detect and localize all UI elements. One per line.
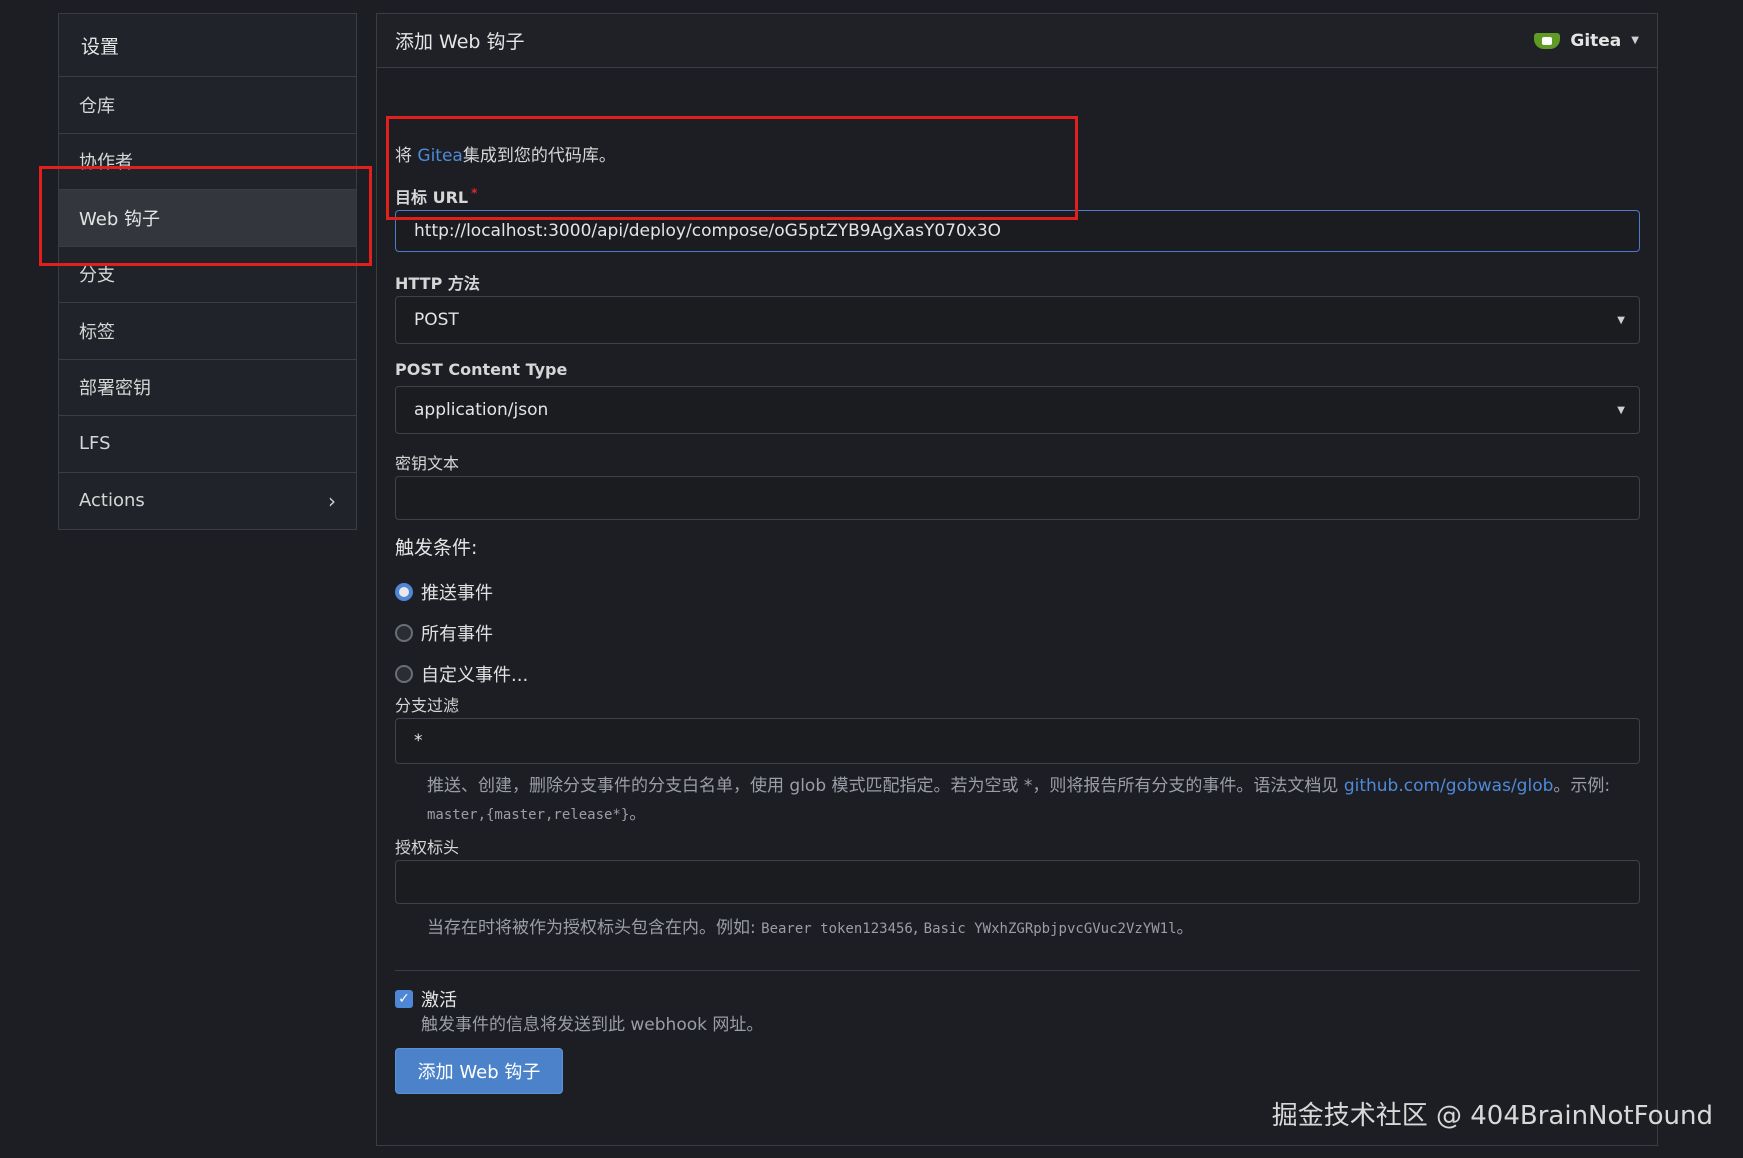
radio-checked-icon (395, 583, 413, 601)
sidebar-item-label: Web 钩子 (79, 208, 160, 230)
auth-header-help: 当存在时将被作为授权标头包含在内。例如: Bearer token123456,… (427, 914, 1637, 943)
sidebar-item-label: Actions (79, 490, 145, 512)
radio-label: 推送事件 (421, 583, 493, 604)
app-root: 设置 仓库 协作者 Web 钩子 分支 标签 部署密钥 LFS Actions … (0, 0, 1743, 1158)
sidebar-item-actions[interactable]: Actions › (59, 473, 356, 530)
required-asterisk: * (471, 185, 478, 200)
trigger-title: 触发条件: (395, 537, 478, 559)
glob-docs-link[interactable]: github.com/gobwas/glob (1344, 776, 1554, 796)
active-help: 触发事件的信息将发送到此 webhook 网址。 (421, 1015, 764, 1035)
webhook-type-dropdown[interactable]: Gitea ▼ (1534, 31, 1639, 51)
branch-filter-value: * (414, 731, 423, 751)
branch-filter-input[interactable]: * (395, 718, 1640, 764)
target-url-input[interactable]: http://localhost:3000/api/deploy/compose… (395, 210, 1640, 252)
sidebar-item-tags[interactable]: 标签 (59, 303, 356, 360)
radio-unchecked-icon (395, 624, 413, 642)
radio-label: 自定义事件... (421, 665, 529, 686)
branch-help-example-prefix: 。示例: (1553, 776, 1611, 796)
branch-help-end: 。 (629, 804, 647, 824)
target-url-value: http://localhost:3000/api/deploy/compose… (414, 221, 1002, 241)
add-webhook-panel: 添加 Web 钩子 Gitea ▼ 将 Gitea集成到您的代码库。 目标 UR… (376, 13, 1658, 1146)
content-type-label: POST Content Type (395, 360, 568, 379)
target-url-label-text: 目标 URL (395, 188, 469, 207)
http-method-select[interactable]: POST ▼ (395, 296, 1640, 344)
sidebar-item-branches[interactable]: 分支 (59, 247, 356, 303)
sidebar-item-repository[interactable]: 仓库 (59, 77, 356, 134)
trigger-custom-events[interactable]: 自定义事件... (395, 661, 528, 687)
active-checkbox-text: 激活 触发事件的信息将发送到此 webhook 网址。 (421, 986, 763, 1035)
sidebar-item-label: 分支 (79, 265, 115, 287)
caret-down-icon: ▼ (1617, 404, 1625, 416)
caret-down-icon: ▼ (1617, 314, 1625, 326)
sidebar-item-label: 设置 (81, 35, 120, 58)
watermark: 掘金技术社区 @ 404BrainNotFound (1271, 1101, 1713, 1131)
sidebar-item-label: 仓库 (79, 95, 115, 117)
trigger-all-events[interactable]: 所有事件 (395, 620, 493, 646)
active-label: 激活 (421, 990, 457, 1011)
branch-help-text: 推送、创建，删除分支事件的分支白名单，使用 glob 模式匹配指定。若为空或 *… (427, 776, 1344, 796)
branch-filter-help: 推送、创建，删除分支事件的分支白名单，使用 glob 模式匹配指定。若为空或 *… (427, 772, 1637, 829)
sidebar-item-webhooks[interactable]: Web 钩子 (59, 190, 356, 247)
sidebar-item-label: 协作者 (79, 152, 133, 174)
auth-help-separator: , (912, 918, 924, 938)
radio-label: 所有事件 (421, 624, 493, 645)
gitea-link[interactable]: Gitea (417, 146, 462, 166)
secret-input[interactable] (395, 476, 1640, 520)
branch-help-example: master,{master,release*} (427, 807, 630, 823)
description-prefix: 将 (395, 146, 418, 166)
active-checkbox-row[interactable]: ✓ 激活 触发事件的信息将发送到此 webhook 网址。 (395, 986, 763, 1035)
http-method-value: POST (414, 310, 459, 330)
panel-header: 添加 Web 钩子 Gitea ▼ (377, 14, 1657, 68)
checkbox-checked-icon[interactable]: ✓ (395, 990, 413, 1008)
add-webhook-button[interactable]: 添加 Web 钩子 (395, 1048, 563, 1094)
sidebar-item-lfs[interactable]: LFS (59, 416, 356, 473)
webhook-type-label: Gitea (1570, 30, 1622, 51)
page-title: 添加 Web 钩子 (395, 31, 525, 53)
description-suffix: 集成到您的代码库。 (462, 146, 616, 166)
trigger-push-events[interactable]: 推送事件 (395, 579, 493, 605)
sidebar-item-label: 部署密钥 (79, 378, 151, 400)
sidebar-item-deploy-keys[interactable]: 部署密钥 (59, 360, 356, 416)
sidebar-item-collaborators[interactable]: 协作者 (59, 134, 356, 190)
chevron-right-icon: › (328, 488, 336, 513)
auth-help-end: 。 (1176, 918, 1194, 938)
radio-unchecked-icon (395, 665, 413, 683)
http-method-label: HTTP 方法 (395, 274, 480, 293)
branch-filter-label: 分支过滤 (395, 696, 460, 715)
form-divider (395, 970, 1640, 971)
auth-help-text: 当存在时将被作为授权标头包含在内。例如: (427, 918, 762, 938)
sidebar-item-label: LFS (79, 433, 111, 455)
settings-sidebar: 设置 仓库 协作者 Web 钩子 分支 标签 部署密钥 LFS Actions … (58, 13, 357, 530)
sidebar-item-label: 标签 (79, 321, 115, 343)
content-type-select[interactable]: application/json ▼ (395, 386, 1640, 434)
gitea-logo-icon (1534, 32, 1561, 49)
auth-help-example-bearer: Bearer token123456 (761, 921, 913, 937)
caret-down-icon: ▼ (1631, 35, 1639, 46)
content-type-value: application/json (414, 400, 549, 420)
form-description: 将 Gitea集成到您的代码库。 (395, 141, 616, 166)
auth-header-label: 授权标头 (395, 838, 460, 857)
secret-label: 密钥文本 (395, 454, 460, 473)
sidebar-item-settings[interactable]: 设置 (59, 14, 356, 77)
auth-header-input[interactable] (395, 860, 1640, 904)
auth-help-example-basic: Basic YWxhZGRpbjpvcGVuc2VzYW1l (923, 921, 1177, 937)
target-url-label: 目标 URL * (395, 184, 477, 208)
